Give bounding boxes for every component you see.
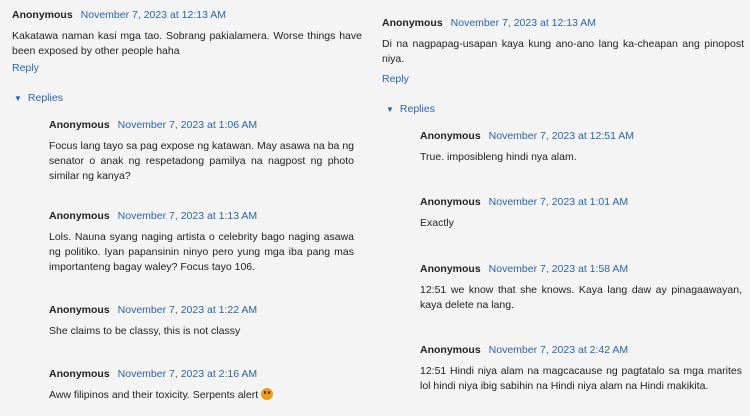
reply-date-link[interactable]: November 7, 2023 at 1:58 AM	[489, 263, 629, 275]
reply-text: Lols. Nauna syang naging artista o celeb…	[49, 231, 354, 273]
replies-label: Replies	[27, 92, 63, 104]
reply-comment: Anonymous November 7, 2023 at 1:22 AM She…	[49, 303, 354, 339]
replies-toggle[interactable]: ▼ Replies	[14, 92, 63, 104]
reply-date-link[interactable]: November 7, 2023 at 2:42 AM	[489, 344, 629, 356]
reply-author: Anonymous	[49, 304, 110, 316]
comment: Anonymous November 7, 2023 at 12:13 AM Di…	[382, 16, 744, 67]
comment-date-link[interactable]: November 7, 2023 at 12:13 AM	[81, 9, 226, 21]
reply-author: Anonymous	[49, 210, 110, 222]
reply-author: Anonymous	[420, 263, 481, 275]
comment: Anonymous November 7, 2023 at 12:13 AM Ka…	[12, 8, 362, 59]
reply-text: 12:51 we know that she knows. Kaya lang …	[420, 284, 742, 311]
angry-face-emoji-icon	[261, 388, 274, 400]
right-comment-thread: Anonymous November 7, 2023 at 12:13 AM Di…	[372, 0, 750, 416]
comment-author: Anonymous	[12, 9, 73, 21]
reply-date-link[interactable]: November 7, 2023 at 1:13 AM	[118, 210, 258, 222]
comment-date-link[interactable]: November 7, 2023 at 12:13 AM	[451, 17, 596, 29]
replies-toggle[interactable]: ▼ Replies	[386, 103, 435, 115]
reply-comment: Anonymous November 7, 2023 at 2:42 AM 12:…	[420, 343, 742, 394]
reply-comment: Anonymous November 7, 2023 at 1:01 AM Exa…	[420, 195, 742, 231]
reply-comment: Anonymous November 7, 2023 at 2:16 AM Aww…	[49, 367, 354, 403]
reply-author: Anonymous	[420, 196, 481, 208]
replies-label: Replies	[399, 103, 435, 115]
reply-comment: Anonymous November 7, 2023 at 1:58 AM 12:…	[420, 262, 742, 313]
comment-text: Di na nagpapag-usapan kaya kung ano-ano …	[382, 38, 744, 65]
reply-author: Anonymous	[49, 119, 110, 131]
comment-author: Anonymous	[382, 17, 443, 29]
reply-author: Anonymous	[420, 130, 481, 142]
reply-date-link[interactable]: November 7, 2023 at 1:06 AM	[118, 119, 258, 131]
reply-comment: Anonymous November 7, 2023 at 1:13 AM Lol…	[49, 209, 354, 275]
reply-text: Aww filipinos and their toxicity. Serpen…	[49, 389, 259, 401]
triangle-down-icon: ▼	[386, 105, 394, 114]
reply-link[interactable]: Reply	[12, 62, 39, 74]
reply-date-link[interactable]: November 7, 2023 at 1:01 AM	[489, 196, 629, 208]
reply-text: 12:51 Hindi niya alam na magcacause ng p…	[420, 365, 742, 392]
reply-text: True. imposibleng hindi nya alam.	[420, 151, 577, 163]
reply-date-link[interactable]: November 7, 2023 at 1:22 AM	[118, 304, 258, 316]
triangle-down-icon: ▼	[14, 94, 22, 103]
left-comment-thread: Anonymous November 7, 2023 at 12:13 AM Ka…	[0, 0, 370, 416]
reply-comment: Anonymous November 7, 2023 at 12:51 AM Tr…	[420, 129, 742, 165]
reply-text: Focus lang tayo sa pag expose ng katawan…	[49, 140, 354, 182]
reply-date-link[interactable]: November 7, 2023 at 12:51 AM	[489, 130, 634, 142]
reply-link[interactable]: Reply	[382, 73, 409, 85]
reply-text: Exactly	[420, 217, 454, 229]
reply-author: Anonymous	[420, 344, 481, 356]
reply-comment: Anonymous November 7, 2023 at 1:06 AM Foc…	[49, 118, 354, 184]
comment-text: Kakatawa naman kasi mga tao. Sobrang pak…	[12, 30, 362, 57]
reply-date-link[interactable]: November 7, 2023 at 2:16 AM	[118, 368, 258, 380]
reply-text: She claims to be classy, this is not cla…	[49, 325, 241, 337]
reply-author: Anonymous	[49, 368, 110, 380]
